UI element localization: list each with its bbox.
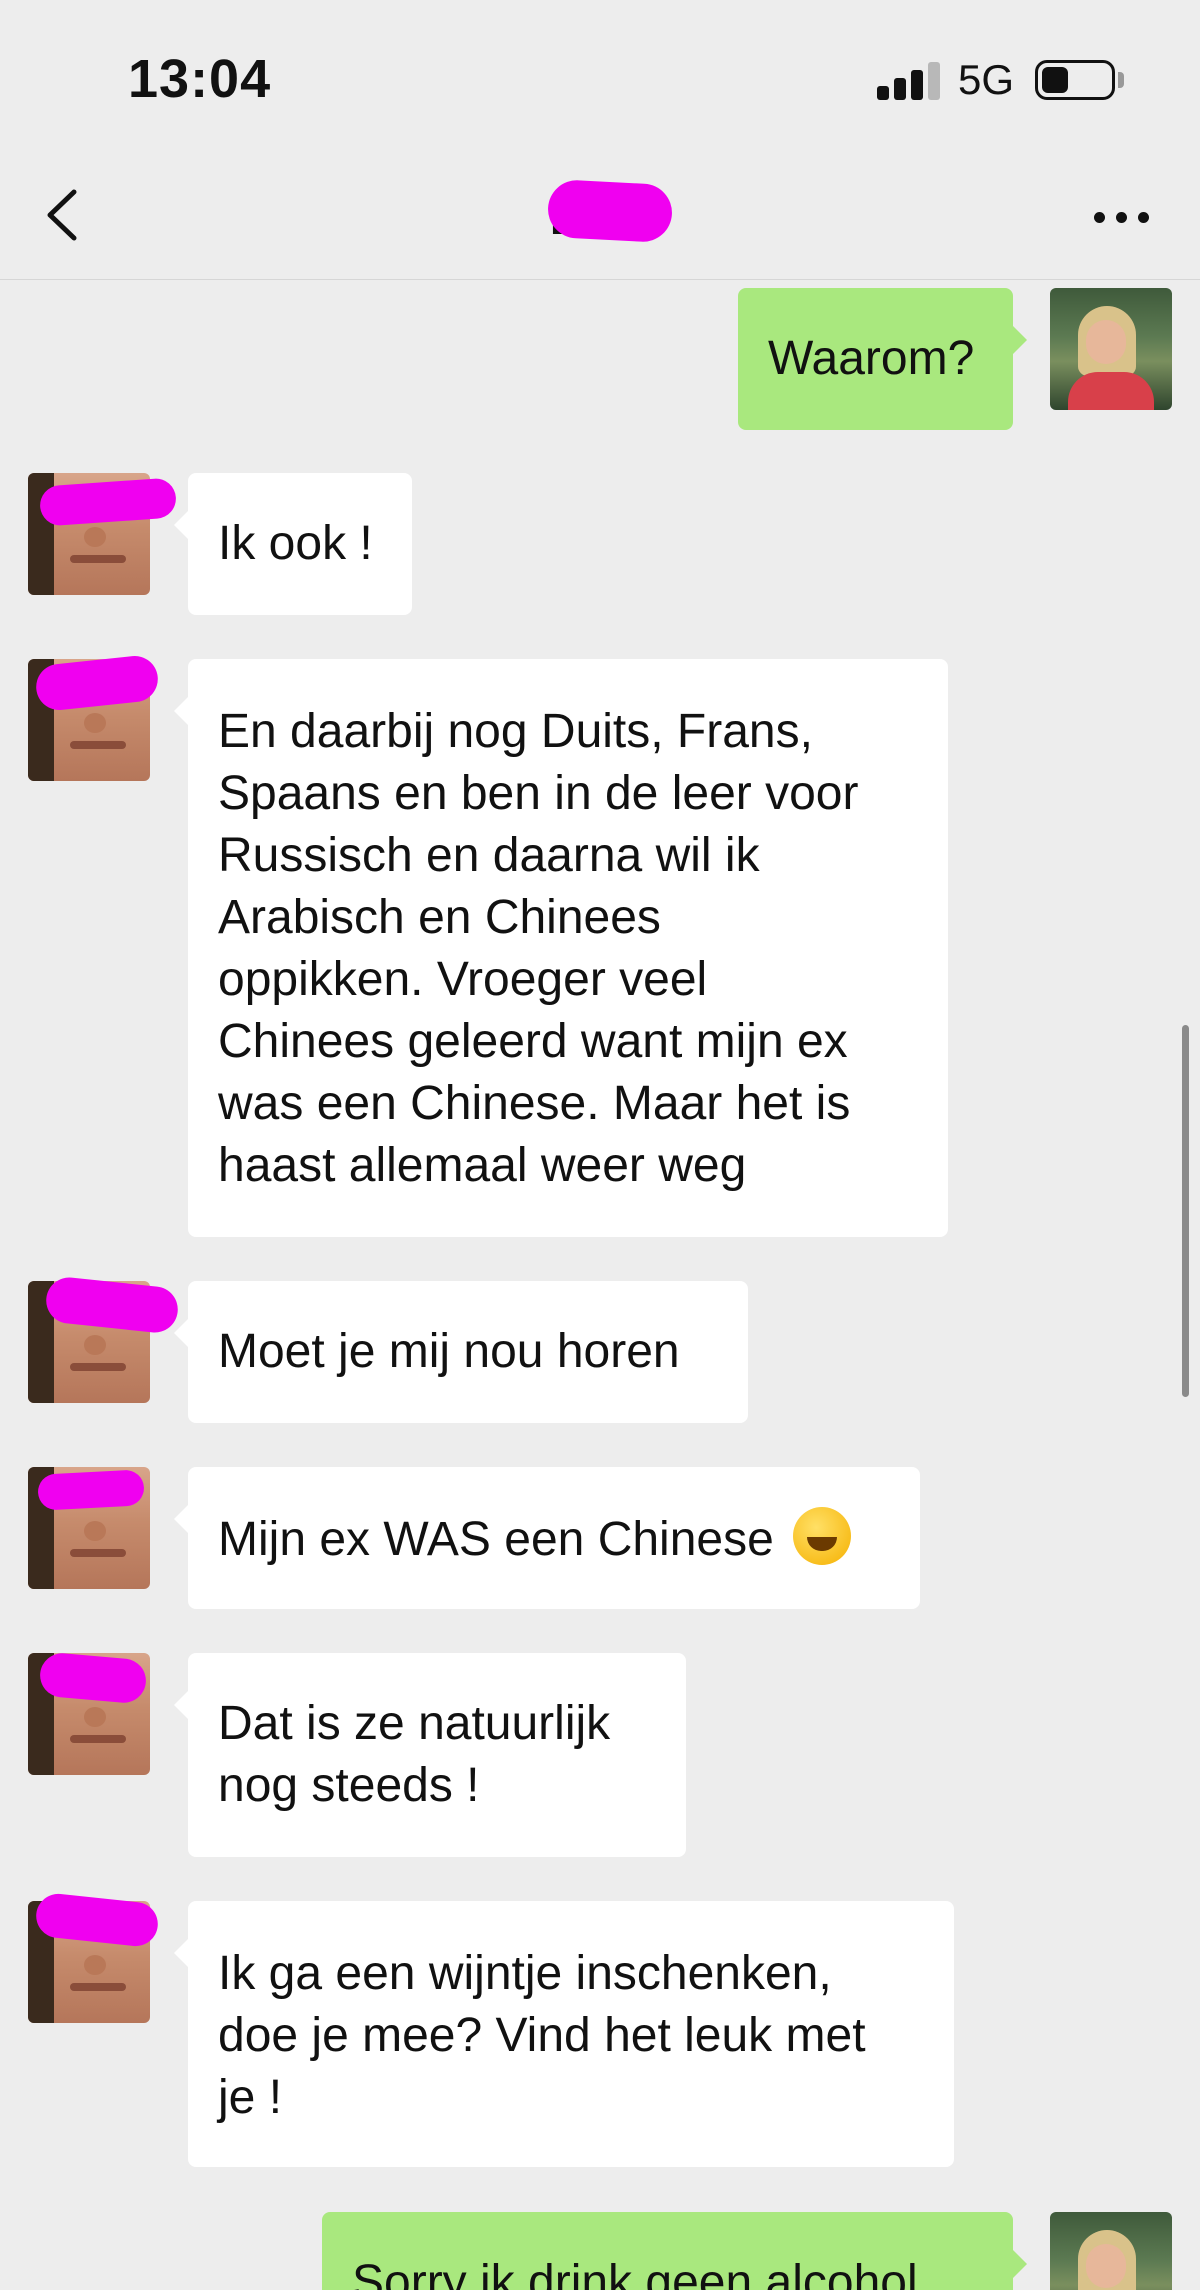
message-bubble-outgoing[interactable]: Waarom? [738,288,1027,430]
message-bubble-incoming[interactable]: Ik ga een wijntje inschenken, doe je mee… [174,1901,954,2167]
my-avatar[interactable] [1050,288,1172,410]
network-type: 5G [958,56,1015,103]
battery-icon [1035,60,1115,100]
message-bubble-incoming[interactable]: Mijn ex WAS een Chinese [174,1467,920,1609]
redaction-mark [546,178,674,244]
redaction-mark [37,1469,145,1511]
chevron-left-icon [47,189,77,241]
redaction-mark [38,477,178,527]
my-avatar[interactable] [1050,2212,1172,2290]
ellipsis-icon [1094,212,1105,223]
rolling-on-floor-laughing-emoji-icon [793,1507,852,1565]
more-options-button[interactable] [1090,192,1160,242]
message-bubble-incoming[interactable]: Moet je mij nou horen [174,1281,748,1423]
status-bar: 13:04 5G [0,0,1200,150]
battery-level [1042,67,1068,93]
message-bubble-incoming[interactable]: Dat is ze natuurlijk nog steeds ! [174,1653,686,1857]
cellular-signal-icon [877,62,941,100]
back-button[interactable] [30,180,100,250]
status-time: 13:04 [128,49,272,109]
message-bubble-incoming[interactable]: En daarbij nog Duits, Frans, Spaans en b… [174,659,948,1237]
message-bubble-outgoing[interactable]: Sorry ik drink geen alcohol [322,2212,1027,2290]
message-bubble-incoming[interactable]: Ik ook ! [174,473,412,615]
chat-header: D [0,150,1200,280]
scrollbar[interactable] [1182,1025,1189,1397]
